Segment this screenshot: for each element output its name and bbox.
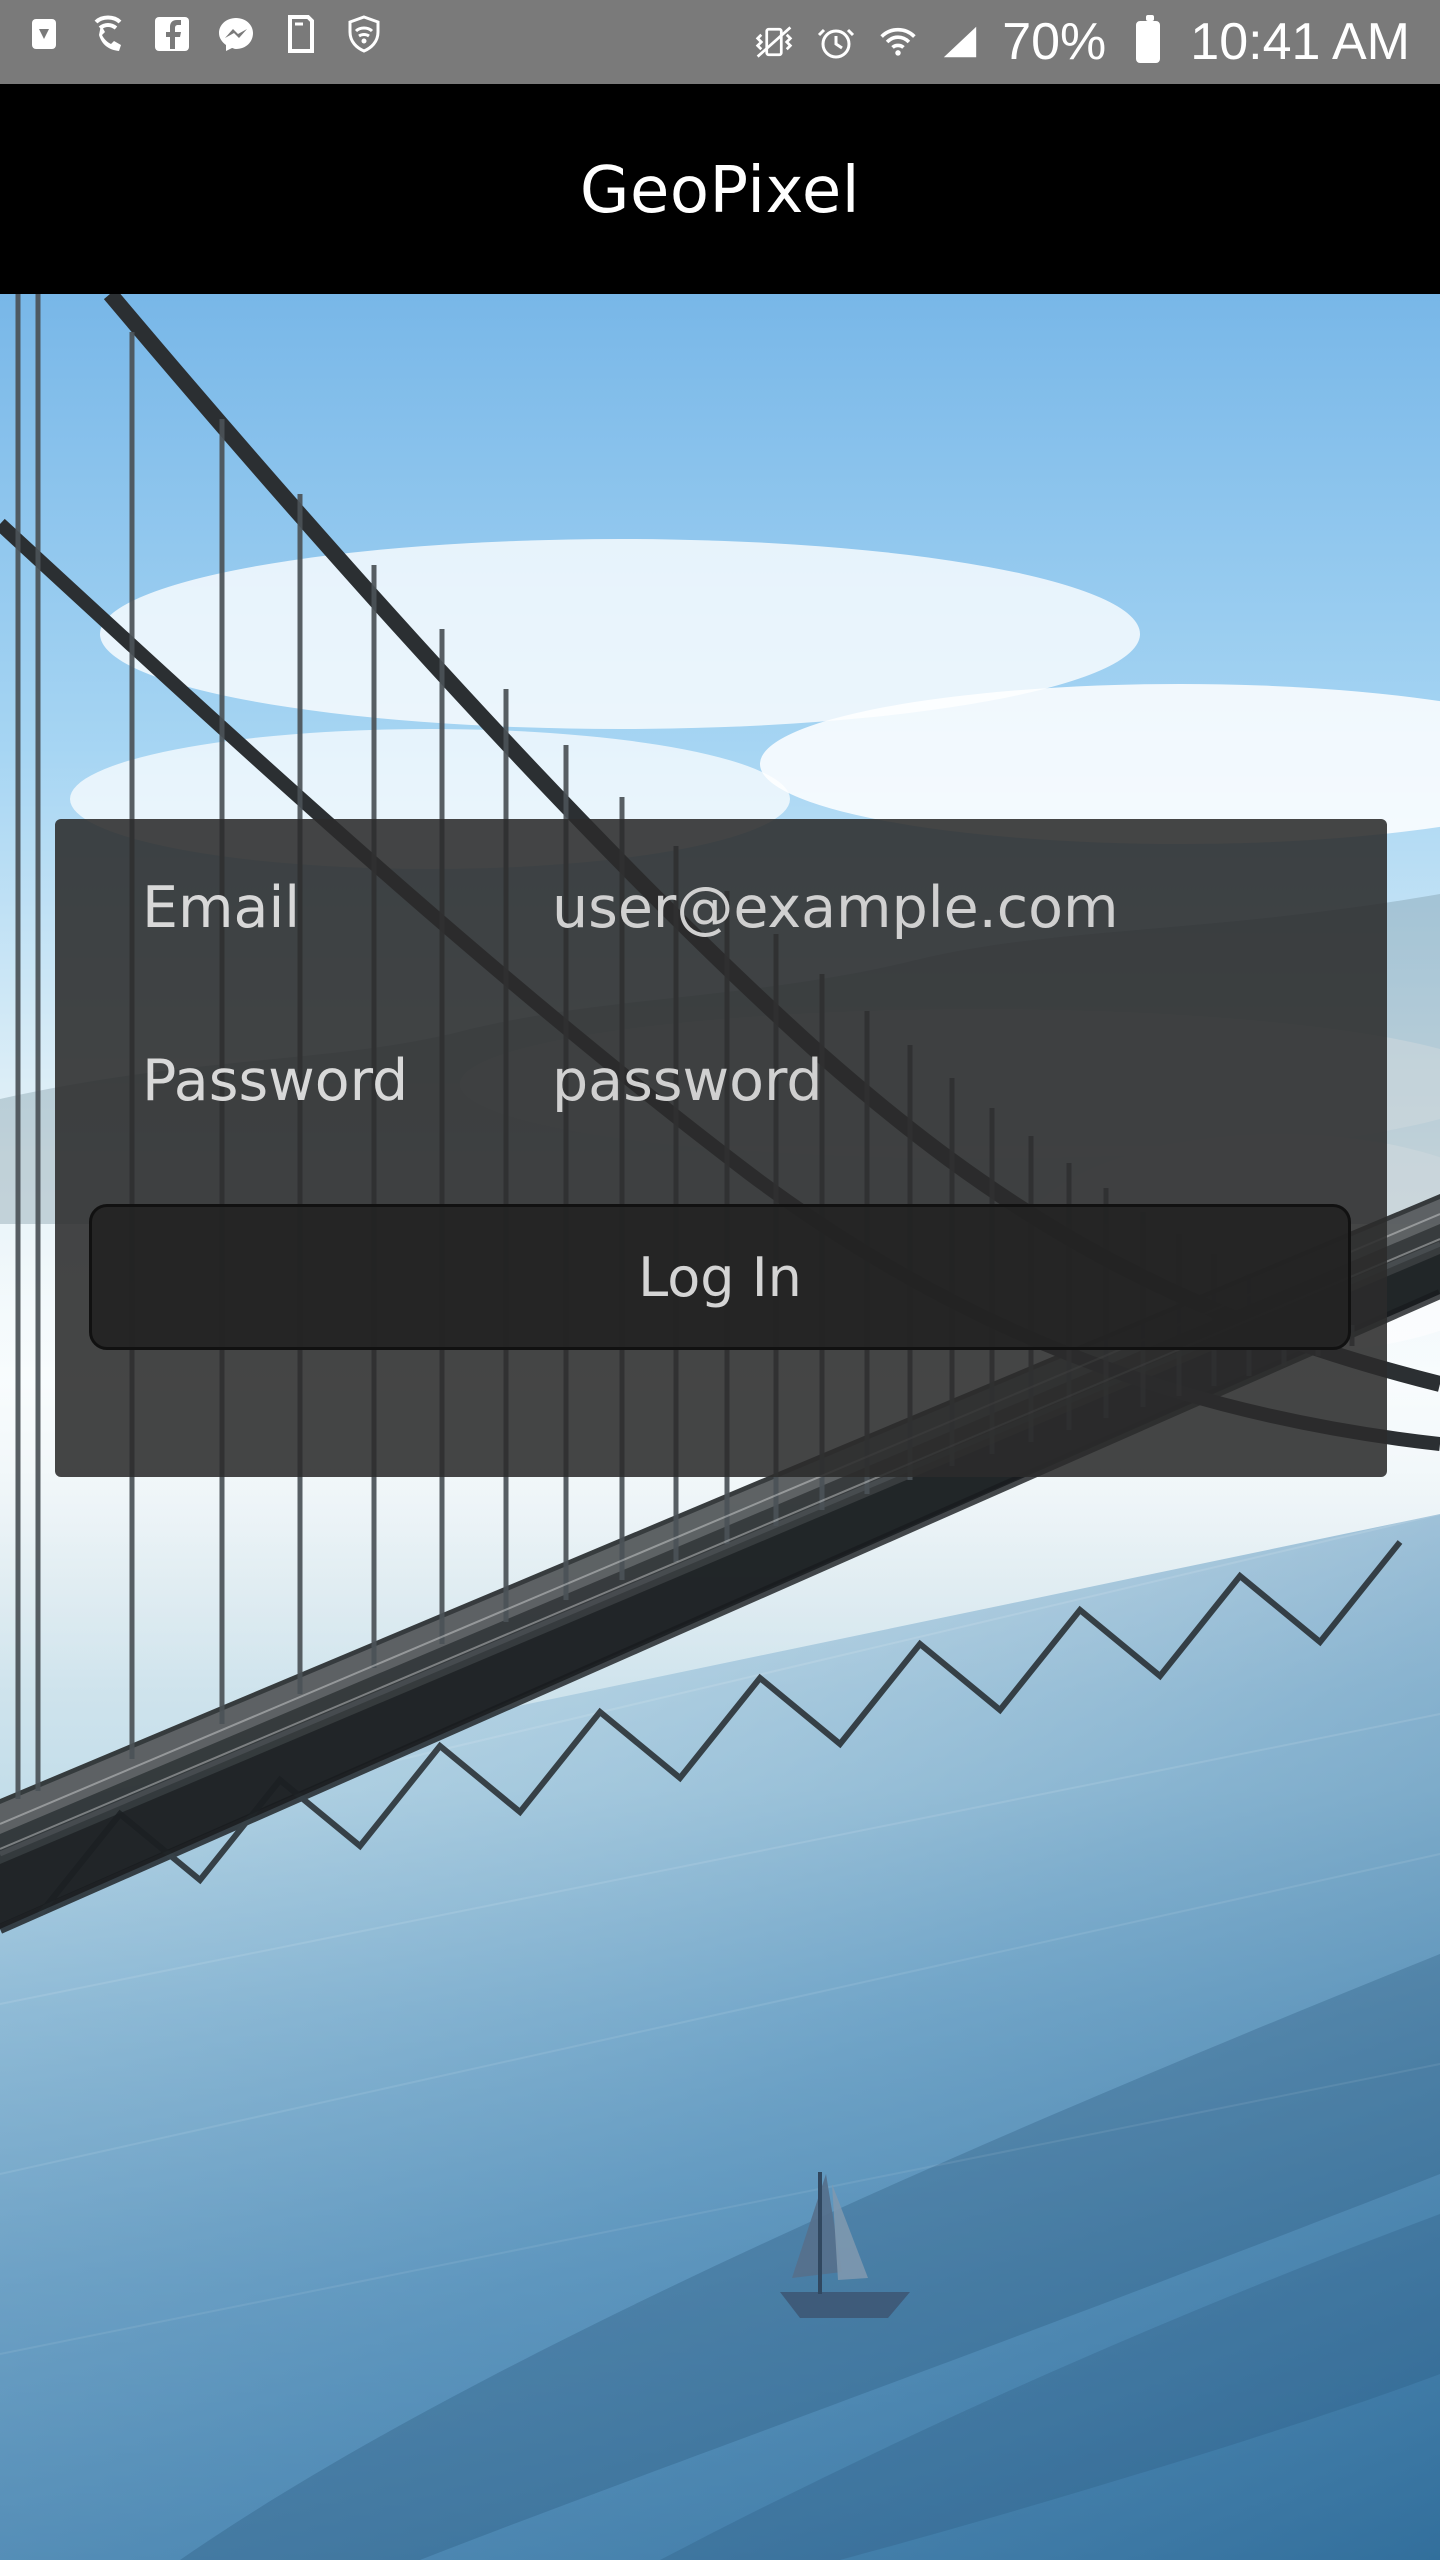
facebook-icon xyxy=(152,14,192,54)
app-title: GeoPixel xyxy=(579,154,861,228)
status-bar-right: 70% 10:41 AM xyxy=(754,10,1410,74)
battery-icon xyxy=(1128,15,1168,63)
shield-wifi-icon xyxy=(344,14,384,54)
email-row: Email xyxy=(142,863,1322,953)
login-panel: Email Password Log In xyxy=(55,819,1387,1477)
alarm-icon xyxy=(816,22,856,62)
password-label: Password xyxy=(142,1048,409,1114)
log-in-button[interactable]: Log In xyxy=(89,1204,1351,1350)
password-input[interactable] xyxy=(552,1036,1312,1126)
vibrate-icon xyxy=(754,22,794,62)
messenger-icon xyxy=(216,14,256,54)
email-label: Email xyxy=(142,875,301,941)
status-time: 10:41 AM xyxy=(1190,13,1410,71)
signal-icon xyxy=(940,22,980,62)
email-input[interactable] xyxy=(552,863,1312,953)
status-bar: 70% 10:41 AM xyxy=(0,0,1440,84)
battery-percent: 70% xyxy=(1002,13,1107,71)
login-screen: 70% 10:41 AM GeoPixel Email user@example… xyxy=(0,0,1440,2560)
password-row: Password xyxy=(142,1036,1322,1126)
wifi-icon xyxy=(878,22,918,62)
battery-saver-icon xyxy=(24,14,64,54)
document-icon xyxy=(280,14,320,54)
wifi-call-icon xyxy=(88,14,128,54)
status-bar-left xyxy=(24,14,384,54)
app-header: GeoPixel xyxy=(0,84,1440,294)
